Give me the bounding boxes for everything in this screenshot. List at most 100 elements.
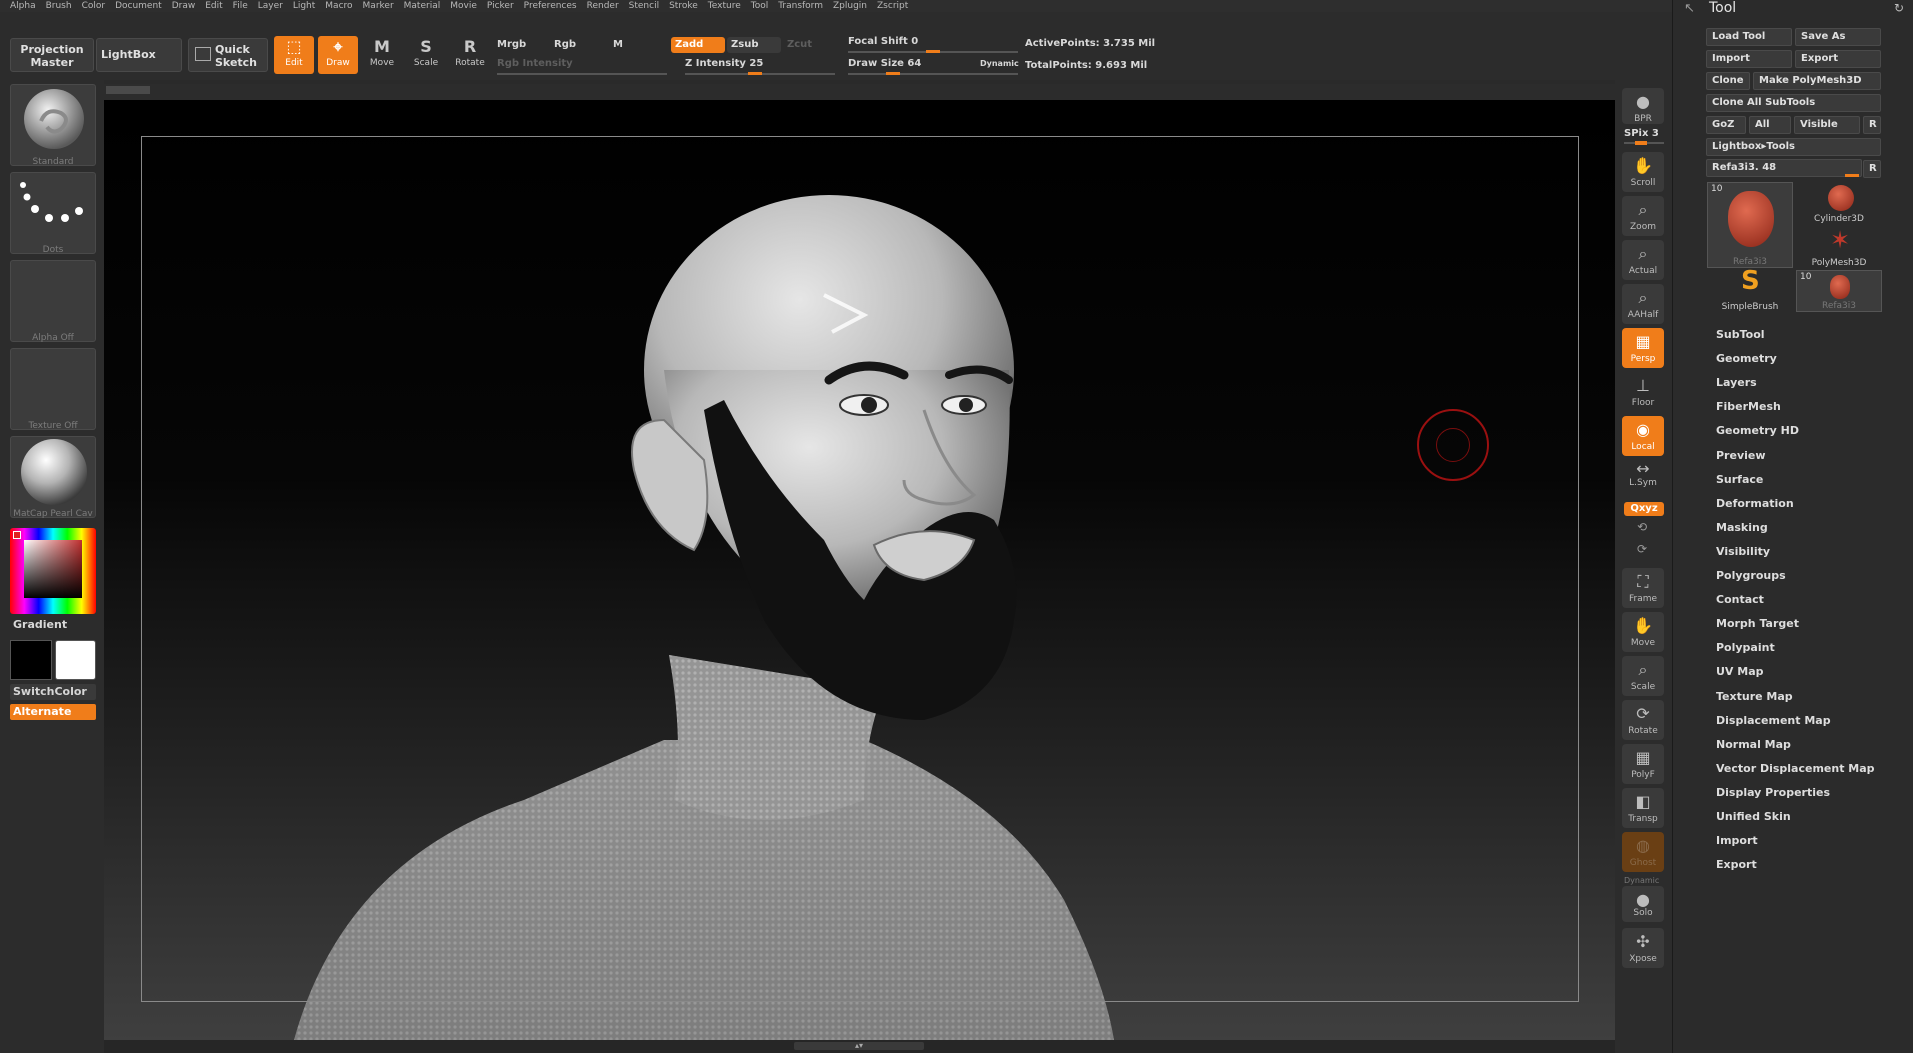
- menu-picker[interactable]: Picker: [487, 0, 514, 12]
- menu-transform[interactable]: Transform: [778, 0, 823, 12]
- scale-mode-button[interactable]: S Scale: [406, 36, 446, 74]
- menu-layer[interactable]: Layer: [258, 0, 283, 12]
- section-geometry-hd[interactable]: Geometry HD: [1716, 424, 1799, 437]
- tool-thumb-simplebrush[interactable]: S SimpleBrush: [1707, 266, 1793, 312]
- local-button[interactable]: ◉ Local: [1622, 416, 1664, 456]
- lightbox-button[interactable]: LightBox: [96, 38, 182, 72]
- import-button[interactable]: Import: [1706, 50, 1792, 68]
- quick-sketch-button[interactable]: Quick Sketch: [188, 38, 268, 72]
- current-tool-slider[interactable]: Refa3i3. 48: [1706, 159, 1862, 177]
- menu-zscript[interactable]: Zscript: [877, 0, 908, 12]
- section-surface[interactable]: Surface: [1716, 473, 1763, 486]
- current-tool-slider-thumb[interactable]: [1845, 174, 1859, 177]
- clone-button[interactable]: Clone: [1706, 72, 1750, 90]
- dynamic-button[interactable]: Dynamic: [980, 59, 1019, 68]
- transp-button[interactable]: ◧ Transp: [1622, 788, 1664, 828]
- color-saturation-square[interactable]: [24, 540, 82, 598]
- menu-zplugin[interactable]: Zplugin: [833, 0, 867, 12]
- tool-thumb-cylinder3d[interactable]: Cylinder3D: [1796, 182, 1882, 224]
- secondary-color-swatch[interactable]: [55, 640, 96, 680]
- current-tool-r-button[interactable]: R: [1863, 160, 1881, 178]
- menu-tool[interactable]: Tool: [751, 0, 768, 12]
- z-intensity-slider[interactable]: Z Intensity 25: [685, 58, 763, 69]
- menu-edit[interactable]: Edit: [205, 0, 222, 12]
- scroll-button[interactable]: ✋ Scroll: [1622, 152, 1664, 192]
- menu-brush[interactable]: Brush: [46, 0, 72, 12]
- draw-size-slider[interactable]: Draw Size 64: [848, 58, 921, 69]
- zoom-button[interactable]: ⌕ Zoom: [1622, 196, 1664, 236]
- bpr-button[interactable]: ● BPR: [1622, 88, 1664, 124]
- rgb-intensity-track[interactable]: [497, 73, 667, 75]
- menu-material[interactable]: Material: [404, 0, 441, 12]
- z-intensity-thumb[interactable]: [748, 72, 762, 75]
- zadd-button[interactable]: Zadd: [671, 37, 725, 53]
- focal-shift-thumb[interactable]: [926, 50, 940, 53]
- focal-shift-slider[interactable]: Focal Shift 0: [848, 36, 918, 47]
- color-picker[interactable]: [10, 528, 96, 614]
- section-masking[interactable]: Masking: [1716, 521, 1768, 534]
- zsub-button[interactable]: Zsub: [727, 37, 781, 53]
- move-mode-button[interactable]: M Move: [362, 36, 402, 74]
- menu-draw[interactable]: Draw: [172, 0, 196, 12]
- menu-light[interactable]: Light: [293, 0, 315, 12]
- menu-texture[interactable]: Texture: [708, 0, 741, 12]
- alternate-button[interactable]: Alternate: [10, 704, 96, 720]
- aahalf-button[interactable]: ⌕ AAHalf: [1622, 284, 1664, 324]
- section-vector-displacement-map[interactable]: Vector Displacement Map: [1716, 762, 1875, 775]
- move-view-button[interactable]: ✋ Move: [1622, 612, 1664, 652]
- solo-button[interactable]: ● Solo: [1622, 886, 1664, 922]
- xyz-button[interactable]: Qxyz: [1624, 502, 1664, 516]
- primary-color-swatch[interactable]: [10, 640, 52, 680]
- floor-button[interactable]: ⊥ Floor: [1622, 372, 1664, 410]
- draw-mode-button[interactable]: ⌖ Draw: [318, 36, 358, 74]
- rotate-z-icon[interactable]: ⟳: [1637, 542, 1647, 556]
- section-polygroups[interactable]: Polygroups: [1716, 569, 1786, 582]
- palette-arrow-icon[interactable]: ↖: [1684, 1, 1695, 16]
- scale-view-button[interactable]: ⌕ Scale: [1622, 656, 1664, 696]
- edit-mode-button[interactable]: ⬚ Edit: [274, 36, 314, 74]
- save-as-button[interactable]: Save As: [1795, 28, 1881, 46]
- section-fibermesh[interactable]: FiberMesh: [1716, 400, 1781, 413]
- material-picker[interactable]: MatCap Pearl Cav: [10, 436, 96, 519]
- texture-picker[interactable]: Texture Off: [10, 348, 96, 431]
- section-export[interactable]: Export: [1716, 858, 1757, 871]
- persp-button[interactable]: ▦ Persp: [1622, 328, 1664, 368]
- ghost-button[interactable]: ◍ Ghost: [1622, 832, 1664, 872]
- goz-all-button[interactable]: All: [1749, 116, 1791, 134]
- spix-thumb[interactable]: [1635, 141, 1647, 145]
- tool-palette-title[interactable]: Tool: [1709, 0, 1736, 16]
- tool-thumb-polymesh3d[interactable]: ✶ PolyMesh3D: [1796, 226, 1882, 268]
- rotate-y-icon[interactable]: ⟲: [1637, 520, 1647, 534]
- section-visibility[interactable]: Visibility: [1716, 545, 1770, 558]
- m-button[interactable]: M: [613, 39, 623, 50]
- bottom-shelf-toggle[interactable]: ▴▾: [794, 1042, 924, 1050]
- tool-thumb-refa3i3-copy[interactable]: 10 Refa3i3: [1796, 270, 1882, 312]
- section-normal-map[interactable]: Normal Map: [1716, 738, 1791, 751]
- draw-size-track[interactable]: [848, 73, 1018, 75]
- section-morph-target[interactable]: Morph Target: [1716, 617, 1799, 630]
- goz-visible-button[interactable]: Visible: [1794, 116, 1860, 134]
- section-polypaint[interactable]: Polypaint: [1716, 641, 1775, 654]
- section-subtool[interactable]: SubTool: [1716, 328, 1765, 341]
- menu-color[interactable]: Color: [82, 0, 106, 12]
- menu-movie[interactable]: Movie: [450, 0, 477, 12]
- refresh-icon[interactable]: ↻: [1894, 1, 1904, 15]
- load-tool-button[interactable]: Load Tool: [1706, 28, 1792, 46]
- gradient-label[interactable]: Gradient: [13, 618, 67, 631]
- goz-r-button[interactable]: R: [1863, 116, 1881, 134]
- section-deformation[interactable]: Deformation: [1716, 497, 1794, 510]
- stroke-picker[interactable]: Dots: [10, 172, 96, 255]
- alpha-picker[interactable]: Alpha Off: [10, 260, 96, 343]
- section-geometry[interactable]: Geometry: [1716, 352, 1777, 365]
- xpose-button[interactable]: ✣ Xpose: [1622, 928, 1664, 968]
- draw-size-thumb[interactable]: [886, 72, 900, 75]
- menu-preferences[interactable]: Preferences: [524, 0, 577, 12]
- rgb-intensity-slider[interactable]: Rgb Intensity: [497, 58, 573, 69]
- section-layers[interactable]: Layers: [1716, 376, 1757, 389]
- section-unified-skin[interactable]: Unified Skin: [1716, 810, 1791, 823]
- spix-slider[interactable]: SPix 3: [1624, 128, 1659, 139]
- make-polymesh3d-button[interactable]: Make PolyMesh3D: [1753, 72, 1881, 90]
- tool-thumb-refa3i3[interactable]: 10 Refa3i3: [1707, 182, 1793, 268]
- menu-file[interactable]: File: [233, 0, 248, 12]
- clone-all-subtools-button[interactable]: Clone All SubTools: [1706, 94, 1881, 112]
